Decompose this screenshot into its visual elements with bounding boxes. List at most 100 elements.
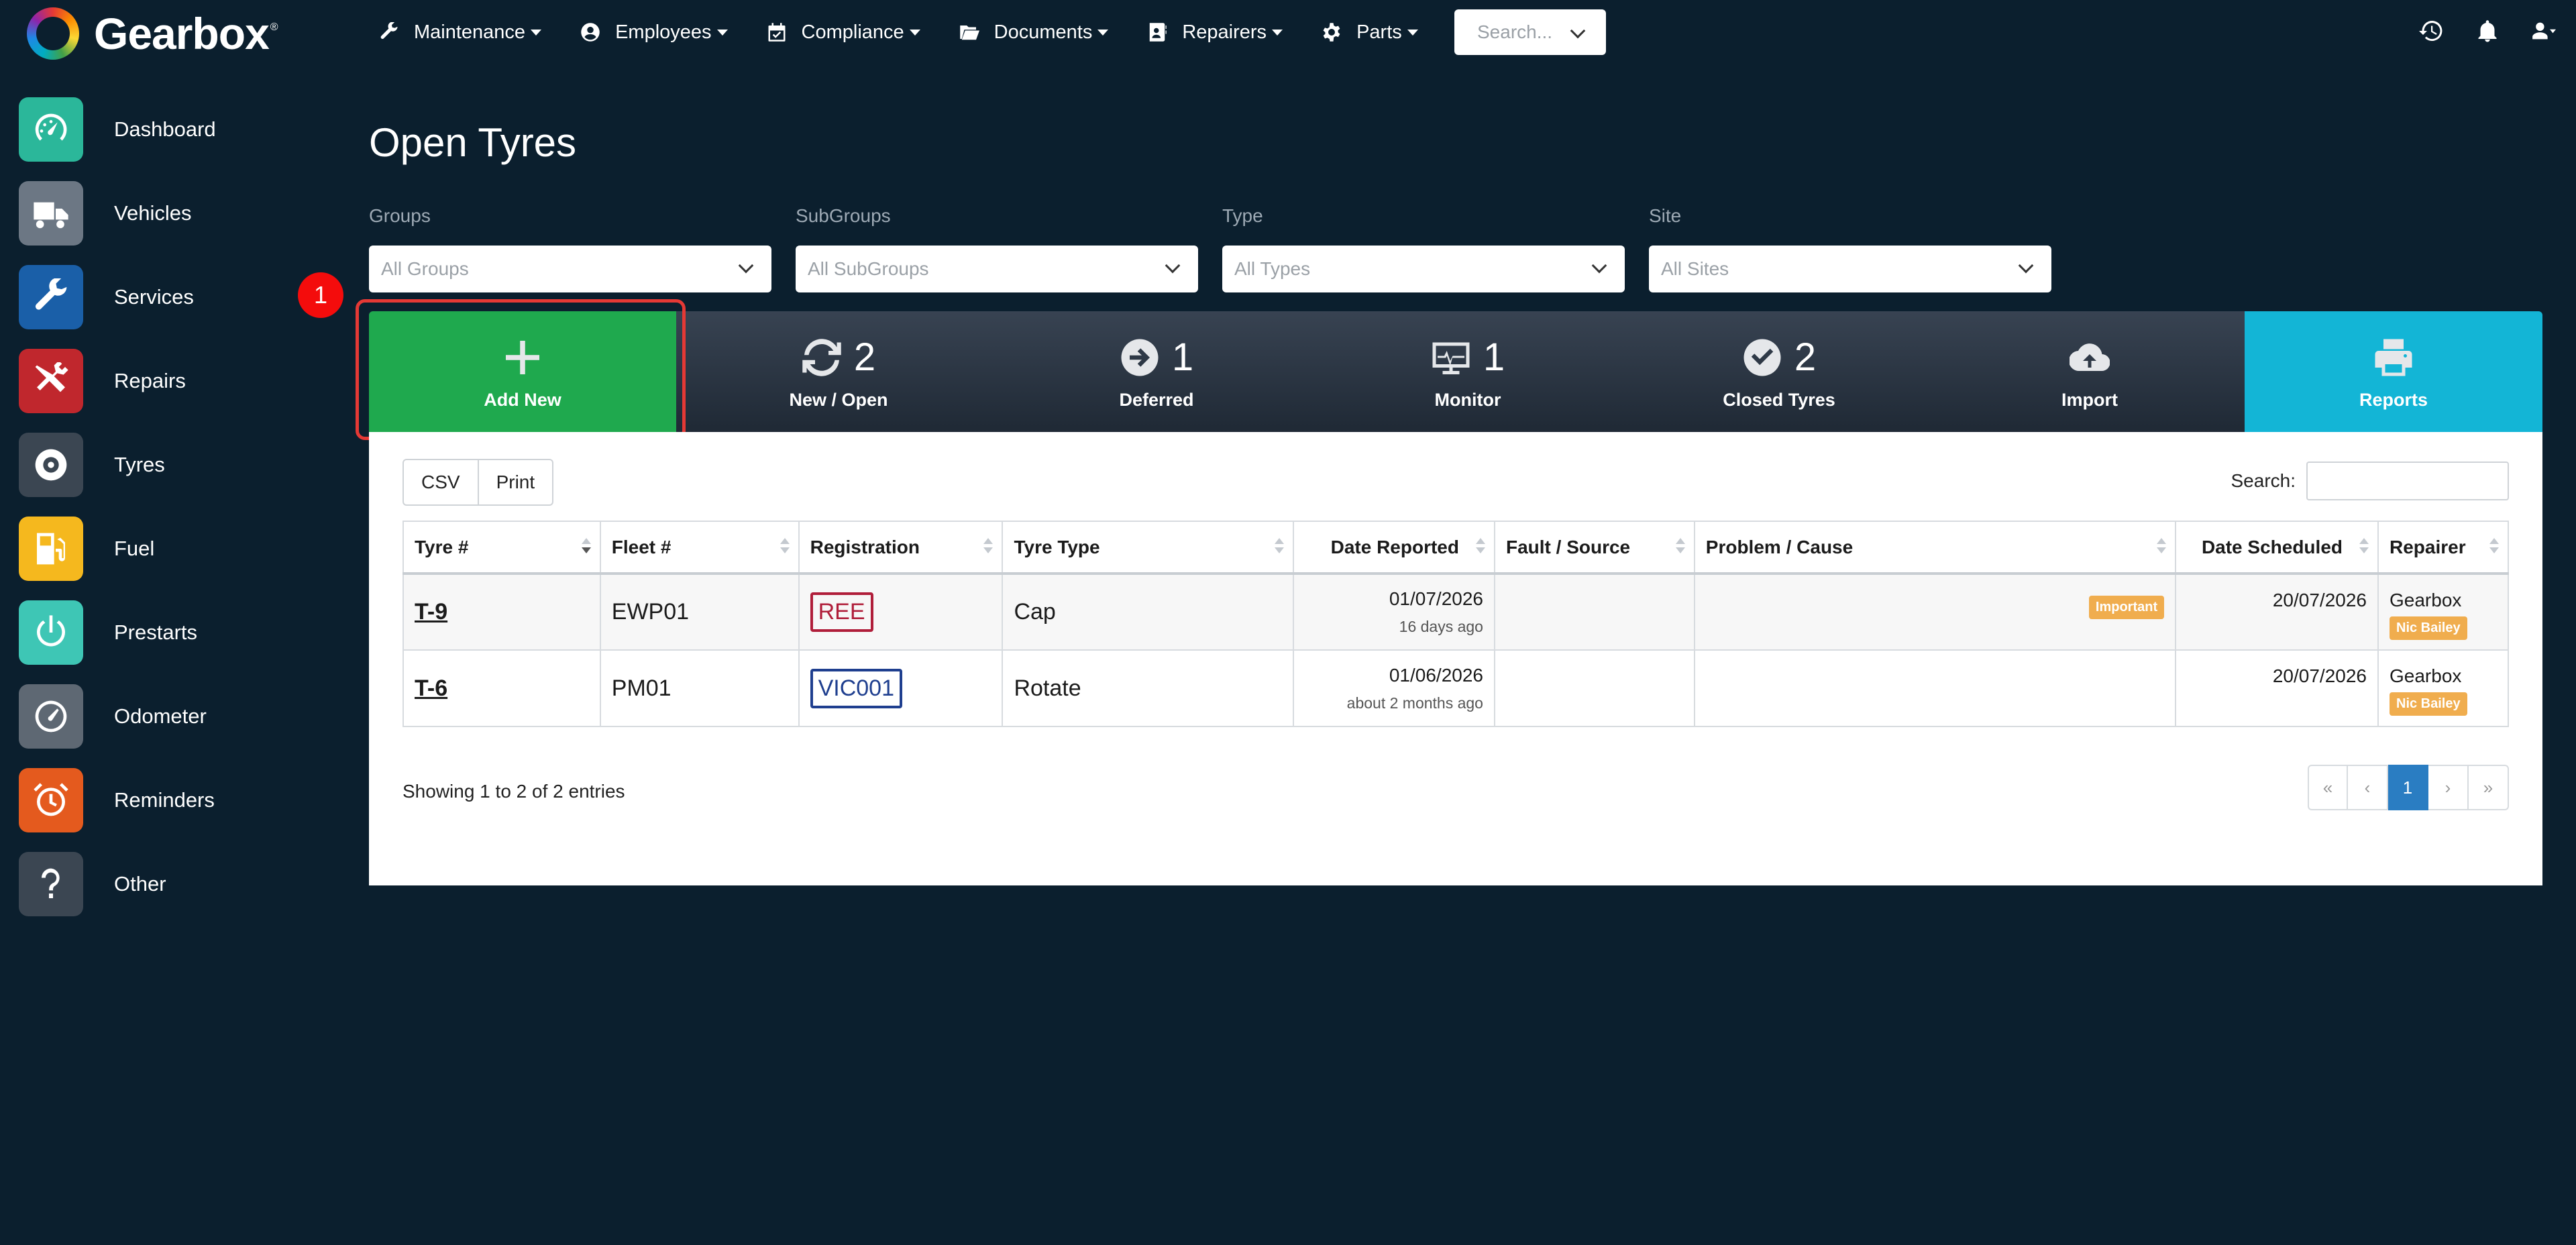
- sidebar-tile: [19, 600, 83, 665]
- folder-open-icon: [959, 25, 979, 40]
- pager-page-current[interactable]: 1: [2388, 765, 2428, 810]
- tyre-icon: [35, 449, 67, 480]
- menu-maintenance[interactable]: Maintenance: [379, 21, 542, 44]
- deferred-stat[interactable]: 1 Deferred: [1001, 311, 1312, 432]
- global-search-input[interactable]: Search...: [1454, 9, 1606, 55]
- pager-first[interactable]: «: [2308, 765, 2348, 810]
- sidebar-label: Fuel: [114, 536, 155, 560]
- type-select[interactable]: All Types: [1222, 246, 1625, 292]
- sidebar-item-repairs[interactable]: Repairs: [19, 339, 301, 423]
- user-account-icon[interactable]: [2532, 19, 2556, 43]
- cell-tyre-type: Rotate: [1002, 649, 1295, 727]
- table-info: Showing 1 to 2 of 2 entries: [402, 781, 625, 802]
- sidebar-label: Other: [114, 871, 166, 896]
- column-header-problem-cause[interactable]: Problem / Cause: [1693, 521, 2177, 575]
- closed-tyres-stat[interactable]: 2 Closed Tyres: [1623, 311, 1935, 432]
- date-scheduled: 20/07/2026: [2272, 665, 2367, 686]
- column-header-fault-source[interactable]: Fault / Source: [1493, 521, 1695, 575]
- cell-repairer: Gearbox Nic Bailey: [2377, 649, 2509, 727]
- highlight-annotation-box: [356, 299, 686, 440]
- cell-fault-source: [1493, 573, 1695, 651]
- pager-last[interactable]: »: [2469, 765, 2509, 810]
- column-header-date-reported[interactable]: Date Reported: [1293, 521, 1495, 575]
- wrench-icon: [380, 22, 398, 39]
- gearbox-logo[interactable]: Gearbox ®: [27, 7, 278, 60]
- cell-problem-cause: [1693, 649, 2177, 727]
- tyre-link[interactable]: T-6: [415, 675, 447, 701]
- sidebar-item-fuel[interactable]: Fuel: [19, 506, 301, 590]
- sidebar-tile: [19, 97, 83, 162]
- sidebar-item-reminders[interactable]: Reminders: [19, 758, 301, 842]
- bell-icon[interactable]: [2475, 19, 2500, 43]
- tools-icon: [35, 362, 68, 392]
- caret-down-icon: [1097, 29, 1109, 36]
- sidebar-item-prestarts[interactable]: Prestarts: [19, 590, 301, 674]
- sidebar: Dashboard Vehicles Services Repairs Tyre…: [19, 87, 301, 926]
- tyres-table-panel: CSV Print Search: Tyre # Fleet # Registr…: [369, 432, 2542, 885]
- column-header-tyre[interactable]: Tyre #: [402, 521, 601, 575]
- csv-button[interactable]: CSV: [402, 459, 479, 506]
- sidebar-item-vehicles[interactable]: Vehicles: [19, 171, 301, 255]
- registration-plate: REE: [810, 592, 873, 632]
- print-button[interactable]: Print: [478, 459, 554, 506]
- reports-label: Reports: [2359, 389, 2428, 410]
- import-button[interactable]: Import: [1935, 311, 2245, 432]
- chevron-down-icon: [1570, 23, 1586, 39]
- cell-tyre-type: Cap: [1002, 573, 1295, 651]
- brand-registered-mark: ®: [270, 21, 278, 33]
- menu-repairers[interactable]: Repairers: [1147, 21, 1283, 44]
- cell-tyre: T-6: [402, 649, 601, 727]
- menu-parts[interactable]: Parts: [1322, 21, 1418, 44]
- column-header-date-scheduled[interactable]: Date Scheduled: [2175, 521, 2379, 575]
- sidebar-item-tyres[interactable]: Tyres: [19, 423, 301, 506]
- menu-compliance[interactable]: Compliance: [767, 21, 920, 44]
- printer-icon: [2375, 339, 2412, 376]
- sidebar-label: Reminders: [114, 788, 215, 812]
- sidebar-tile: [19, 348, 83, 413]
- user-circle-icon: [581, 23, 600, 42]
- sidebar-tile: [19, 432, 83, 497]
- site-select-value: All Sites: [1661, 258, 1729, 279]
- column-header-tyre-type[interactable]: Tyre Type: [1002, 521, 1295, 575]
- important-badge: Important: [2088, 596, 2165, 619]
- pager-prev[interactable]: ‹: [2348, 765, 2388, 810]
- sidebar-tile: [19, 516, 83, 581]
- reports-button[interactable]: Reports: [2245, 311, 2542, 432]
- alarm-clock-icon: [34, 782, 68, 816]
- site-select[interactable]: All Sites: [1649, 246, 2051, 292]
- sidebar-item-other[interactable]: Other: [19, 842, 301, 926]
- history-icon[interactable]: [2419, 19, 2443, 43]
- cog-icon: [1323, 23, 1340, 42]
- open-tyres-table: Tyre # Fleet # Registration Tyre Type Da…: [402, 521, 2509, 727]
- column-header-registration[interactable]: Registration: [798, 521, 1004, 575]
- new-open-stat[interactable]: 2 New / Open: [676, 311, 1001, 432]
- monitor-stat[interactable]: 1 Monitor: [1312, 311, 1623, 432]
- caret-down-icon: [909, 29, 920, 36]
- top-right-icons: [2387, 19, 2556, 43]
- sidebar-item-odometer[interactable]: Odometer: [19, 674, 301, 758]
- column-header-fleet[interactable]: Fleet #: [599, 521, 800, 575]
- annotation-step-badge: 1: [298, 272, 343, 318]
- filter-label: Groups: [369, 205, 431, 226]
- menu-documents[interactable]: Documents: [959, 21, 1109, 44]
- column-header-label: Fault / Source: [1505, 536, 1631, 557]
- chevron-down-icon: [1165, 258, 1181, 274]
- groups-select-value: All Groups: [381, 258, 469, 279]
- table-search-input[interactable]: [2306, 462, 2509, 500]
- pager-next[interactable]: ›: [2428, 765, 2469, 810]
- table-row: T-9 EWP01 REE Cap 01/07/2026 16 days ago…: [402, 573, 2509, 651]
- filter-label: Type: [1222, 205, 1263, 226]
- tyre-link[interactable]: T-9: [415, 599, 447, 625]
- groups-select[interactable]: All Groups: [369, 246, 771, 292]
- subgroups-select[interactable]: All SubGroups: [796, 246, 1198, 292]
- logo-ring-icon: [27, 7, 79, 60]
- truck-icon: [34, 202, 68, 228]
- sidebar-tile: [19, 767, 83, 832]
- sidebar-item-services[interactable]: Services: [19, 255, 301, 339]
- sidebar-item-dashboard[interactable]: Dashboard: [19, 87, 301, 171]
- menu-employees[interactable]: Employees: [580, 21, 728, 44]
- column-header-repairer[interactable]: Repairer: [2377, 521, 2509, 575]
- date-reported-relative: about 2 months ago: [1346, 694, 1483, 712]
- caret-down-icon: [716, 29, 728, 36]
- main-menu: Maintenance Employees Compliance Documen…: [379, 9, 1457, 55]
